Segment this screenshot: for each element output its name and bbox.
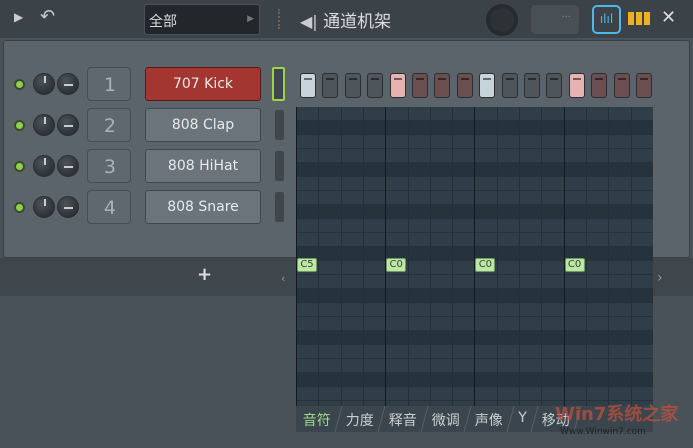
title-text: 通道机架 (323, 12, 392, 32)
tab-label: 释音 (388, 413, 417, 429)
note[interactable]: C0 (564, 258, 585, 272)
pan-knob[interactable] (33, 196, 55, 218)
tab-label: 微调 (431, 413, 460, 429)
pan-knob[interactable] (33, 73, 55, 95)
speaker-icon: ◀| (300, 12, 318, 31)
preset-dropdown[interactable]: 全部 ▶ (144, 4, 260, 35)
tab[interactable]: 释音 (378, 406, 429, 432)
chevron-right-icon: ▶ (247, 14, 254, 24)
channel-name-button[interactable]: 808 Clap (145, 108, 261, 142)
tab-label: 声像 (474, 413, 503, 429)
window-title: ◀| 通道机架 (300, 7, 391, 32)
preset-label: 全部 (149, 14, 177, 30)
graph-editor-icon[interactable]: ılıl (592, 5, 621, 34)
channel-name-button[interactable]: 707 Kick (145, 67, 261, 101)
mute-led[interactable] (14, 202, 25, 213)
channel-row: 4 808 Snare (0, 190, 290, 224)
step-button[interactable] (322, 73, 339, 98)
step-button[interactable] (568, 73, 585, 98)
swing-knob[interactable] (486, 4, 518, 36)
tab-label: 力度 (345, 413, 374, 429)
channel-select-box[interactable] (275, 192, 284, 222)
add-channel-button[interactable]: + (197, 264, 212, 285)
toolbar: ▶ ↶ 全部 ▶ ◀| 通道机架 ··· ılıl ✕ (0, 0, 693, 38)
step-button[interactable] (344, 73, 361, 98)
tab[interactable]: 微调 (421, 406, 472, 432)
step-button[interactable] (546, 73, 563, 98)
mixer-track-number[interactable]: 4 (87, 190, 131, 224)
close-icon[interactable]: ✕ (661, 7, 676, 28)
step-button[interactable] (367, 73, 384, 98)
step-button[interactable] (300, 73, 316, 98)
channel-name-button[interactable]: 808 Snare (145, 190, 261, 224)
play-arrow-icon[interactable]: ▶ (14, 10, 23, 24)
watermark-url: Www.Winwin7.com (560, 427, 646, 437)
volume-knob[interactable] (57, 114, 79, 136)
channel-select-box[interactable] (272, 67, 285, 101)
channel-row: 1 707 Kick (0, 67, 290, 101)
mixer-track-number[interactable]: 3 (87, 149, 131, 183)
step-button[interactable] (524, 73, 540, 98)
tab[interactable]: 声像 (464, 406, 515, 432)
scroll-left-icon[interactable]: ‹ (281, 272, 285, 285)
channel-row: 2 808 Clap (0, 108, 290, 142)
tab[interactable]: 力度 (335, 406, 386, 432)
mute-led[interactable] (14, 161, 25, 172)
step-button[interactable] (636, 73, 652, 98)
step-button[interactable] (591, 73, 608, 98)
volume-knob[interactable] (57, 196, 79, 218)
piano-roll-grid[interactable]: C5 C0 C0 C0 (296, 107, 653, 432)
note[interactable]: C0 (386, 258, 407, 272)
undo-icon[interactable]: ↶ (40, 6, 55, 27)
step-button[interactable] (389, 73, 406, 98)
tab-label: 音符 (302, 413, 331, 429)
step-sequencer-icon[interactable] (628, 12, 650, 25)
step-button[interactable] (412, 73, 428, 98)
pan-knob[interactable] (33, 155, 55, 177)
volume-knob[interactable] (57, 73, 79, 95)
note[interactable]: C5 (297, 258, 317, 272)
step-button[interactable] (434, 73, 451, 98)
volume-knob[interactable] (57, 155, 79, 177)
watermark-logo: Win7系统之家 (555, 404, 679, 425)
channel-row: 3 808 HiHat (0, 149, 290, 183)
mute-led[interactable] (14, 79, 25, 90)
mixer-track-number[interactable]: 2 (87, 108, 131, 142)
channel-select-box[interactable] (275, 151, 284, 181)
step-button[interactable] (501, 73, 518, 98)
step-button[interactable] (613, 73, 630, 98)
channel-name-button[interactable]: 808 HiHat (145, 149, 261, 183)
tab-label: Y (518, 410, 527, 426)
mute-led[interactable] (14, 120, 25, 131)
step-button[interactable] (479, 73, 496, 98)
channel-select-box[interactable] (275, 110, 284, 140)
value-box[interactable]: ··· (530, 4, 580, 35)
pan-knob[interactable] (33, 114, 55, 136)
drag-handle[interactable] (278, 9, 281, 29)
tab[interactable]: 音符 (292, 406, 343, 432)
step-button[interactable] (456, 73, 473, 98)
mixer-track-number[interactable]: 1 (87, 67, 131, 101)
note[interactable]: C0 (475, 258, 496, 272)
scroll-right-icon[interactable]: › (657, 270, 663, 286)
